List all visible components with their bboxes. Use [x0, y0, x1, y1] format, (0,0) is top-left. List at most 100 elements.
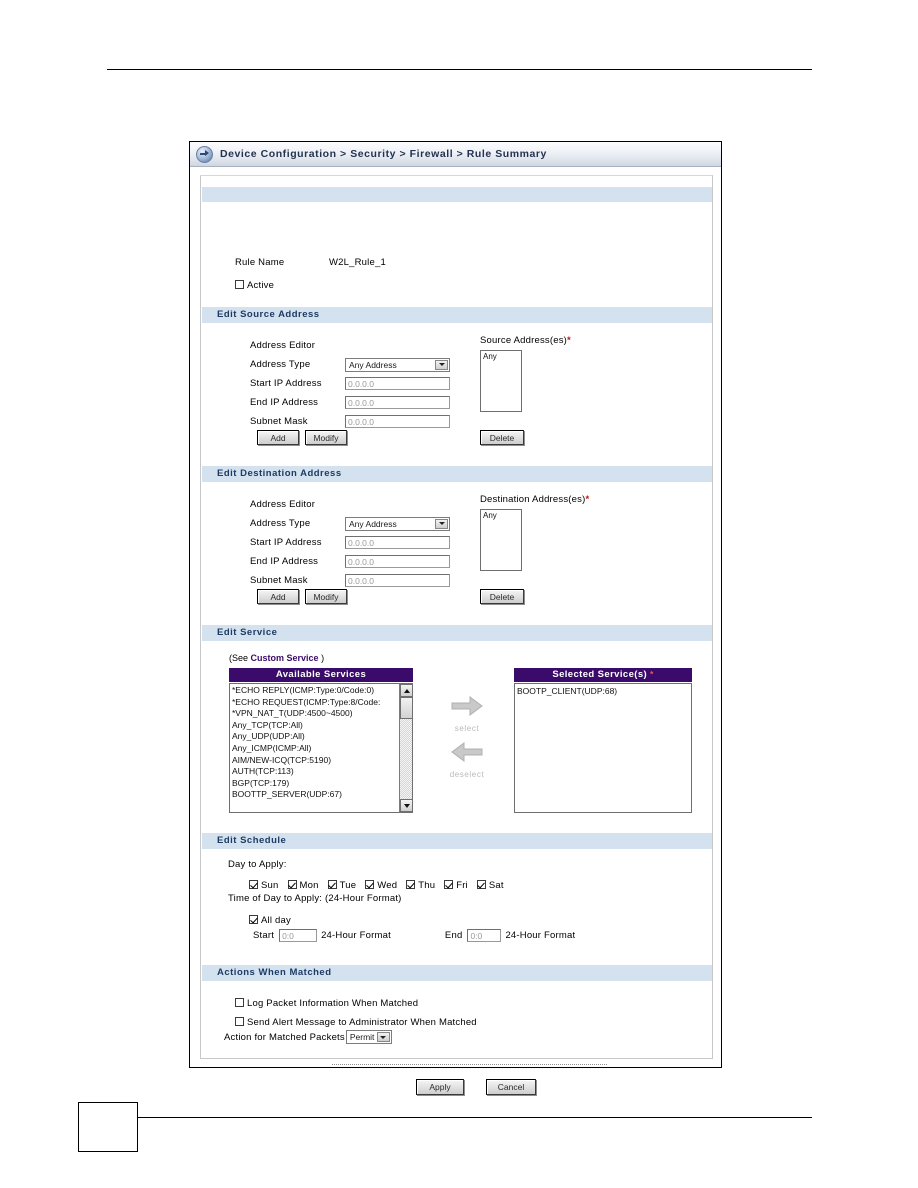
log-packet-checkbox[interactable] — [235, 998, 244, 1007]
schedule-section: Edit Schedule — [202, 833, 712, 849]
available-services-listbox[interactable]: *ECHO REPLY(ICMP:Type:0/Code:0) *ECHO REQ… — [229, 683, 413, 813]
select-label: select — [454, 724, 480, 733]
list-item[interactable]: BOOTP_CLIENT(UDP:68) — [515, 686, 691, 698]
destination-subnet-mask-input[interactable]: 0.0.0.0 — [345, 574, 450, 587]
destination-add-button[interactable]: Add — [257, 589, 299, 604]
destination-end-ip-input[interactable]: 0.0.0.0 — [345, 555, 450, 568]
destination-address-listbox[interactable]: Any — [480, 509, 522, 571]
active-checkbox-row[interactable]: Active — [235, 275, 274, 293]
action-for-matched-row: Action for Matched Packets Permit — [224, 1030, 392, 1044]
log-packet-label: Log Packet Information When Matched — [247, 998, 419, 1009]
list-item[interactable]: Any — [481, 510, 521, 522]
available-services-items: *ECHO REPLY(ICMP:Type:0/Code:0) *ECHO REQ… — [230, 684, 412, 801]
scroll-up-button[interactable] — [400, 684, 412, 697]
day-checkbox-sat[interactable]: Sat — [476, 875, 504, 892]
checkbox[interactable] — [406, 880, 416, 889]
source-delete-button[interactable]: Delete — [480, 430, 524, 445]
select-button[interactable]: select — [437, 694, 497, 733]
checkbox[interactable] — [476, 880, 486, 889]
list-item[interactable]: AUTH(TCP:113) — [230, 766, 398, 778]
chevron-down-icon[interactable] — [376, 1032, 390, 1042]
checkbox[interactable] — [327, 880, 337, 889]
source-add-button[interactable]: Add — [257, 430, 299, 445]
list-item[interactable]: BGP(TCP:179) — [230, 778, 398, 790]
chevron-down-icon[interactable] — [435, 518, 448, 529]
selected-services-header: Selected Service(s) * — [514, 668, 692, 682]
destination-subnet-mask-label: Subnet Mask — [250, 575, 308, 586]
content-top-bar — [202, 187, 712, 202]
time-of-day-label: Time of Day to Apply: (24-Hour Format) — [228, 893, 402, 904]
active-checkbox[interactable] — [235, 280, 244, 289]
all-day-checkbox-row[interactable]: All day — [249, 910, 291, 928]
list-item[interactable]: Any_ICMP(ICMP:All) — [230, 743, 398, 755]
apply-button[interactable]: Apply — [416, 1079, 464, 1095]
cancel-button[interactable]: Cancel — [486, 1079, 536, 1095]
checkbox[interactable] — [444, 880, 454, 889]
destination-modify-button[interactable]: Modify — [305, 589, 347, 604]
list-item[interactable]: *ECHO REPLY(ICMP:Type:0/Code:0) — [230, 685, 398, 697]
send-alert-checkbox-row[interactable]: Send Alert Message to Administrator When… — [235, 1012, 477, 1030]
checkbox[interactable] — [249, 880, 258, 889]
day-to-apply-label: Day to Apply: — [228, 859, 287, 870]
list-item[interactable]: Any_UDP(UDP:All) — [230, 731, 398, 743]
destination-address-section: Edit Destination Address — [202, 466, 712, 482]
source-end-ip-label: End IP Address — [250, 397, 319, 408]
source-address-type-select[interactable]: Any Address — [345, 357, 450, 372]
destination-section-header: Edit Destination Address — [202, 466, 712, 482]
source-address-type-value: Any Address — [349, 359, 397, 370]
source-start-ip-input[interactable]: 0.0.0.0 — [345, 377, 450, 390]
day-checkbox-sun[interactable]: Sun — [249, 875, 279, 892]
day-label: Thu — [418, 880, 436, 891]
destination-address-list-label: Destination Address(es)* — [480, 494, 590, 505]
checkbox[interactable] — [365, 880, 375, 889]
day-label: Tue — [339, 880, 357, 891]
start-time-input[interactable]: 0:0 — [279, 929, 318, 942]
action-for-matched-select[interactable]: Permit — [345, 1030, 392, 1044]
scrollbar-vertical[interactable] — [399, 684, 412, 812]
transfer-controls: select deselect — [437, 694, 497, 779]
service-section-header: Edit Service — [202, 625, 712, 641]
source-address-type-label: Address Type — [250, 359, 311, 370]
day-label: Sat — [488, 880, 504, 891]
rule-name-label: Rule Name — [235, 257, 285, 268]
list-item[interactable]: BOOTTP_SERVER(UDP:67) — [230, 789, 398, 801]
scrollbar-thumb[interactable] — [400, 697, 412, 719]
list-item[interactable]: *VPN_NAT_T(UDP:4500~4500) — [230, 708, 398, 720]
list-item[interactable]: Any — [481, 351, 521, 363]
selected-services-listbox[interactable]: BOOTP_CLIENT(UDP:68) — [514, 683, 692, 813]
source-subnet-mask-input[interactable]: 0.0.0.0 — [345, 415, 450, 428]
day-checkbox-fri[interactable]: Fri — [444, 875, 468, 892]
list-item[interactable]: *ECHO REQUEST(ICMP:Type:8/Code: — [230, 697, 398, 709]
destination-delete-button[interactable]: Delete — [480, 589, 524, 604]
available-services-header: Available Services — [229, 668, 413, 682]
send-alert-checkbox[interactable] — [235, 1017, 244, 1026]
deselect-button[interactable]: deselect — [437, 740, 497, 779]
scroll-down-button[interactable] — [400, 799, 412, 812]
source-modify-button[interactable]: Modify — [305, 430, 347, 445]
list-item[interactable]: AIM/NEW-ICQ(TCP:5190) — [230, 755, 398, 767]
source-end-ip-input[interactable]: 0.0.0.0 — [345, 396, 450, 409]
schedule-time-row: Start 0:0 24-Hour Format End 0:0 24-Hour… — [253, 929, 575, 942]
source-address-editor-label: Address Editor — [250, 340, 316, 351]
actions-section-header: Actions When Matched — [202, 965, 712, 981]
day-checkbox-wed[interactable]: Wed — [365, 875, 397, 892]
day-checkbox-thu[interactable]: Thu — [406, 875, 435, 892]
end-time-input[interactable]: 0:0 — [467, 929, 502, 942]
chevron-down-icon[interactable] — [435, 359, 448, 370]
destination-address-type-select[interactable]: Any Address — [345, 516, 450, 531]
day-checkbox-mon[interactable]: Mon — [287, 875, 319, 892]
action-for-matched-value: Permit — [349, 1032, 375, 1042]
source-address-listbox[interactable]: Any — [480, 350, 522, 412]
page-number-box — [78, 1102, 138, 1152]
checkbox[interactable] — [287, 880, 297, 889]
day-label: Sun — [261, 880, 279, 891]
destination-start-ip-label: Start IP Address — [250, 537, 322, 548]
destination-start-ip-input[interactable]: 0.0.0.0 — [345, 536, 450, 549]
source-address-editor: Address Editor Address Type Any Address … — [250, 336, 450, 431]
custom-service-link[interactable]: Custom Service — [251, 653, 319, 663]
list-item[interactable]: Any_TCP(TCP:All) — [230, 720, 398, 732]
page-header-rule — [107, 69, 812, 70]
all-day-checkbox[interactable] — [249, 915, 258, 924]
log-packet-checkbox-row[interactable]: Log Packet Information When Matched — [235, 993, 418, 1011]
day-checkbox-tue[interactable]: Tue — [327, 875, 357, 892]
